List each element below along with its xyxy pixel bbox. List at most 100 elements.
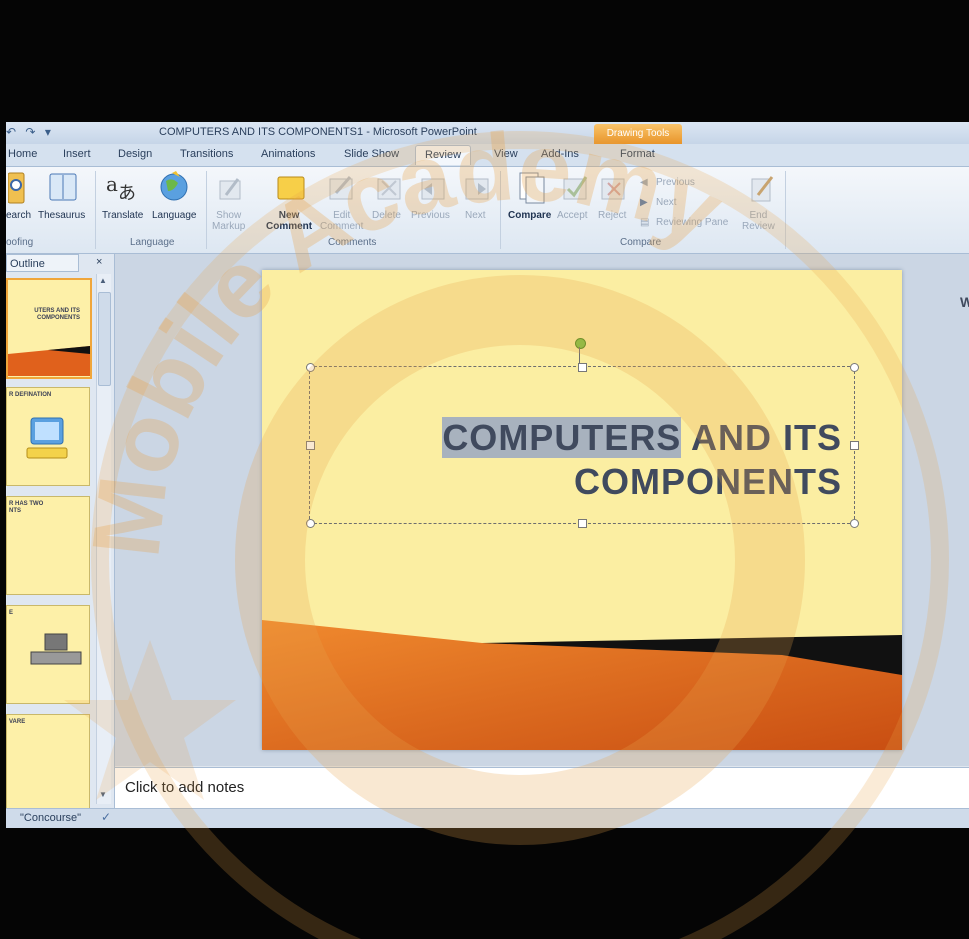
previous-change-icon: ◀ bbox=[640, 177, 648, 188]
resize-handle-right[interactable] bbox=[850, 441, 859, 450]
new-comment-label: New Comment bbox=[266, 210, 313, 232]
separator bbox=[95, 171, 96, 249]
tab-outline[interactable]: Outline bbox=[6, 254, 79, 272]
slide-orange-band bbox=[262, 620, 902, 750]
offscreen-text-fragment: W bbox=[960, 294, 969, 310]
spelling-check-icon[interactable]: ✓ bbox=[101, 810, 111, 824]
redo-icon[interactable]: ↷ bbox=[25, 125, 35, 139]
thumbnail-orange-band bbox=[8, 346, 90, 376]
powerpoint-window: ↶ ↷ ▾ COMPUTERS AND ITS COMPONENTS1 - Mi… bbox=[6, 122, 969, 828]
resize-handle-left[interactable] bbox=[306, 441, 315, 450]
title-bar: ↶ ↷ ▾ COMPUTERS AND ITS COMPONENTS1 - Mi… bbox=[6, 122, 969, 145]
window-title: COMPUTERS AND ITS COMPONENTS1 - Microsof… bbox=[159, 126, 477, 138]
tab-review[interactable]: Review bbox=[415, 145, 472, 165]
compare-group-label: Compare bbox=[620, 237, 662, 248]
delete-comment-icon bbox=[377, 178, 401, 200]
thumbnail-title: UTERS AND ITS COMPONENTS bbox=[34, 308, 80, 321]
language-globe-icon bbox=[160, 171, 188, 201]
tab-animations[interactable]: Animations bbox=[261, 148, 315, 160]
thesaurus-label: Thesaurus bbox=[38, 210, 86, 221]
slide-thumbnail[interactable]: E bbox=[6, 605, 90, 704]
notes-pane[interactable]: Click to add notes bbox=[115, 767, 969, 808]
new-comment-icon bbox=[277, 176, 305, 200]
scroll-up-icon[interactable]: ▲ bbox=[99, 276, 107, 285]
scroll-down-icon[interactable]: ▼ bbox=[99, 790, 107, 799]
svg-text:あ: あ bbox=[118, 183, 136, 204]
tab-add-ins[interactable]: Add-Ins bbox=[541, 148, 579, 160]
tab-transitions[interactable]: Transitions bbox=[180, 148, 233, 160]
notes-placeholder: Click to add notes bbox=[125, 779, 245, 796]
edit-comment-label: Edit Comment bbox=[320, 210, 364, 232]
thumbnail-title: E bbox=[9, 610, 14, 616]
thumbnail-title: R DEFINATION bbox=[9, 392, 52, 398]
delete-comment-label: Delete bbox=[372, 210, 401, 221]
resize-handle-top-left[interactable] bbox=[306, 363, 315, 372]
reject-icon bbox=[601, 178, 625, 200]
status-bar: "Concourse" ✓ bbox=[6, 808, 969, 828]
title-line2: COMPONENTS bbox=[573, 461, 842, 502]
comments-group-label: Comments bbox=[328, 237, 377, 248]
resize-handle-top[interactable] bbox=[578, 363, 587, 372]
customize-qat-icon[interactable]: ▾ bbox=[45, 125, 51, 139]
previous-comment-label: Previous bbox=[411, 210, 450, 221]
resize-handle-bottom[interactable] bbox=[578, 519, 587, 528]
slide-thumbnail[interactable]: R HAS TWO NTS bbox=[6, 496, 90, 595]
slide-thumbnail[interactable]: UTERS AND ITS COMPONENTS bbox=[6, 278, 92, 379]
quick-access-toolbar: ↶ ↷ ▾ bbox=[6, 125, 57, 139]
resize-handle-bottom-left[interactable] bbox=[306, 519, 315, 528]
reviewing-pane-icon: ▤ bbox=[640, 217, 650, 228]
ribbon-tabs: Home Insert Design Transitions Animation… bbox=[6, 144, 969, 167]
proofing-group-label: oofing bbox=[6, 237, 34, 248]
next-change-label: Next bbox=[656, 197, 677, 208]
reviewing-pane-label: Reviewing Pane bbox=[656, 217, 729, 228]
tab-design[interactable]: Design bbox=[118, 148, 152, 160]
end-review-icon bbox=[751, 176, 774, 202]
edit-comment-icon bbox=[329, 176, 353, 200]
slide-editing-area: COMPUTERS AND ITS COMPONENTS W bbox=[115, 254, 969, 766]
close-panel-icon[interactable]: × bbox=[96, 256, 102, 268]
research-icon bbox=[8, 172, 25, 204]
accept-icon bbox=[563, 176, 588, 200]
thumbnail-scrollbar[interactable]: ▲ ▼ bbox=[96, 274, 111, 804]
tab-home[interactable]: Home bbox=[8, 148, 37, 160]
rotation-handle[interactable] bbox=[575, 338, 586, 349]
resize-handle-bottom-right[interactable] bbox=[850, 519, 859, 528]
research-label: earch bbox=[6, 210, 32, 221]
translate-icon: a あ bbox=[106, 172, 136, 204]
slide-thumbnail[interactable]: VARE bbox=[6, 714, 90, 813]
scroll-thumb[interactable] bbox=[98, 292, 111, 386]
thumbnail-title: R HAS TWO NTS bbox=[9, 501, 44, 514]
title-line1-rest: AND ITS bbox=[681, 417, 842, 458]
tab-insert[interactable]: Insert bbox=[63, 148, 91, 160]
thumbnail-title: VARE bbox=[9, 719, 26, 725]
slide-canvas[interactable]: COMPUTERS AND ITS COMPONENTS bbox=[262, 270, 902, 750]
reject-label: Reject bbox=[598, 210, 627, 221]
previous-comment-icon bbox=[421, 178, 445, 200]
drawing-tools-contextual-label: Drawing Tools bbox=[594, 124, 682, 144]
svg-text:a: a bbox=[106, 172, 118, 196]
translate-label: Translate bbox=[102, 210, 144, 221]
slide-title-text[interactable]: COMPUTERS AND ITS COMPONENTS bbox=[322, 416, 842, 504]
selected-text-highlight[interactable]: COMPUTERS bbox=[442, 417, 682, 458]
computer-clipart-icon bbox=[26, 417, 68, 459]
next-comment-icon bbox=[465, 178, 489, 200]
previous-change-label: Previous bbox=[656, 177, 695, 188]
end-review-label: End Review bbox=[742, 210, 775, 232]
slides-outline-panel: Outline × UTERS AND ITS COMPONENTS R DEF… bbox=[6, 254, 115, 813]
undo-icon[interactable]: ↶ bbox=[6, 125, 16, 139]
show-markup-label: Show Markup bbox=[212, 210, 246, 232]
compare-icon bbox=[519, 172, 545, 204]
accept-label: Accept bbox=[557, 210, 588, 221]
resize-handle-top-right[interactable] bbox=[850, 363, 859, 372]
compare-label: Compare bbox=[508, 210, 552, 221]
tab-slide-show[interactable]: Slide Show bbox=[344, 148, 399, 160]
tab-format[interactable]: Format bbox=[620, 148, 655, 160]
slide-thumbnail[interactable]: R DEFINATION bbox=[6, 387, 90, 486]
ribbon-review: earch Thesaurus oofing a あ Translate Lan… bbox=[6, 167, 969, 254]
tab-view[interactable]: View bbox=[494, 148, 518, 160]
thesaurus-icon bbox=[49, 173, 77, 201]
language-label: Language bbox=[152, 210, 197, 221]
separator bbox=[500, 171, 501, 249]
theme-name: "Concourse" bbox=[20, 812, 82, 824]
next-comment-label: Next bbox=[465, 210, 486, 221]
